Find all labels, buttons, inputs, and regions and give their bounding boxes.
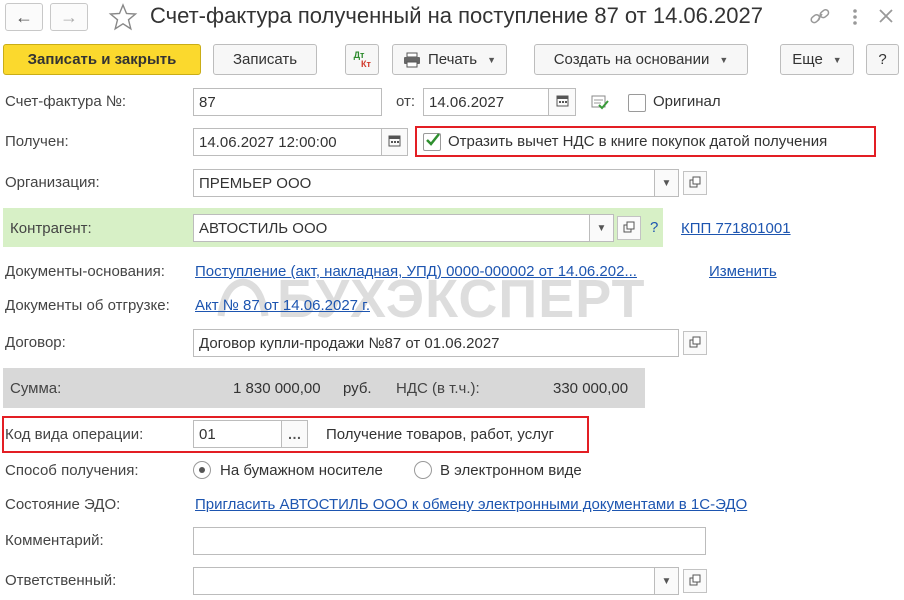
help-button[interactable]: ? <box>866 44 899 75</box>
invoice-number-input[interactable]: 87 <box>193 88 382 116</box>
receipt-electronic-radio[interactable] <box>414 461 432 479</box>
vat-deduction-checkbox[interactable] <box>423 133 441 151</box>
ellipsis-icon: … <box>287 426 302 442</box>
op-code-description: Получение товаров, работ, услуг <box>326 426 554 443</box>
window-title: Счет-фактура полученный на поступление 8… <box>150 3 763 28</box>
comment-input[interactable] <box>193 527 706 555</box>
vat-deduction-label: Отразить вычет НДС в книге покупок датой… <box>448 133 828 150</box>
calendar-button[interactable] <box>549 88 576 116</box>
base-docs-link[interactable]: Поступление (акт, накладная, УПД) 0000-0… <box>195 263 637 280</box>
currency-label: руб. <box>343 380 372 397</box>
more-label: Еще <box>792 51 823 68</box>
original-checkbox[interactable] <box>628 94 646 112</box>
calendar-icon <box>556 94 569 110</box>
print-button[interactable]: Печать ▼ <box>392 44 507 75</box>
receipt-electronic-label: В электронном виде <box>440 462 582 479</box>
responsible-label: Ответственный: <box>5 572 117 589</box>
back-button[interactable]: ← <box>5 3 43 31</box>
kt-label: Кт <box>361 58 371 69</box>
invoice-date-input[interactable]: 14.06.2027 <box>423 88 549 116</box>
org-dropdown-button[interactable]: ▼ <box>655 169 679 197</box>
shipping-docs-label: Документы об отгрузке: <box>5 297 170 314</box>
arrow-right-icon: → <box>60 6 78 27</box>
counterparty-label: Контрагент: <box>10 220 92 237</box>
sum-row-background <box>3 368 645 408</box>
open-window-icon <box>689 335 701 352</box>
comment-label: Комментарий: <box>5 532 104 549</box>
open-window-icon <box>623 220 635 237</box>
change-link[interactable]: Изменить <box>709 263 777 280</box>
shipping-docs-link[interactable]: Акт № 87 от 14.06.2027 г. <box>195 297 370 314</box>
counterparty-dropdown-button[interactable]: ▼ <box>590 214 614 242</box>
print-label: Печать <box>427 51 478 68</box>
more-vertical-icon[interactable] <box>850 6 860 28</box>
contract-label: Договор: <box>5 334 66 351</box>
op-code-select-button[interactable]: … <box>282 420 308 448</box>
dtkt-button[interactable]: Дт Кт <box>345 44 379 75</box>
create-based-label: Создать на основании <box>553 51 710 68</box>
kpp-link[interactable]: КПП 771801001 <box>681 220 791 237</box>
received-datetime-input[interactable]: 14.06.2027 12:00:00 <box>193 128 382 156</box>
close-icon[interactable] <box>876 6 896 30</box>
responsible-dropdown-button[interactable]: ▼ <box>655 567 679 595</box>
dropdown-arrow-icon: ▼ <box>832 54 842 65</box>
counterparty-open-button[interactable] <box>617 216 641 240</box>
received-label: Получен: <box>5 133 69 150</box>
create-based-button[interactable]: Создать на основании ▼ <box>534 44 748 75</box>
forward-button[interactable]: → <box>50 3 88 31</box>
document-check-icon[interactable] <box>590 93 610 115</box>
responsible-input[interactable] <box>193 567 655 595</box>
original-label: Оригинал <box>653 93 721 110</box>
sum-value: 1 830 000,00 <box>233 380 321 397</box>
from-label: от: <box>396 93 416 110</box>
counterparty-input[interactable]: АВТОСТИЛЬ ООО <box>193 214 590 242</box>
more-button[interactable]: Еще ▼ <box>780 44 854 75</box>
org-input[interactable]: ПРЕМЬЕР ООО <box>193 169 655 197</box>
vat-value: 330 000,00 <box>553 380 629 397</box>
calendar-icon <box>388 134 401 150</box>
chevron-down-icon: ▼ <box>596 222 607 234</box>
dropdown-arrow-icon: ▼ <box>487 54 497 65</box>
chevron-down-icon: ▼ <box>661 177 672 189</box>
receipt-method-label: Способ получения: <box>5 462 139 479</box>
counterparty-help-icon[interactable]: ? <box>650 219 658 236</box>
edo-invite-link[interactable]: Пригласить АВТОСТИЛЬ ООО к обмену электр… <box>195 496 747 513</box>
edo-label: Состояние ЭДО: <box>5 496 121 513</box>
contract-open-button[interactable] <box>683 331 707 355</box>
org-label: Организация: <box>5 174 100 191</box>
chevron-down-icon: ▼ <box>661 575 672 587</box>
vat-label: НДС (в т.ч.): <box>396 380 480 397</box>
org-open-button[interactable] <box>683 171 707 195</box>
receipt-paper-label: На бумажном носителе <box>220 462 383 479</box>
open-window-icon <box>689 175 701 192</box>
responsible-open-button[interactable] <box>683 569 707 593</box>
printer-icon <box>403 52 421 68</box>
contract-input[interactable]: Договор купли-продажи №87 от 01.06.2027 <box>193 329 679 357</box>
sum-label: Сумма: <box>10 380 62 397</box>
calendar-button[interactable] <box>382 128 408 156</box>
op-code-input[interactable]: 01 <box>193 420 282 448</box>
invoice-label: Счет-фактура №: <box>5 93 127 110</box>
favorite-star-icon[interactable] <box>108 2 138 36</box>
base-docs-label: Документы-основания: <box>5 263 165 280</box>
dropdown-arrow-icon: ▼ <box>719 54 729 65</box>
link-icon[interactable] <box>810 8 830 30</box>
receipt-paper-radio[interactable] <box>193 461 211 479</box>
checkmark-icon <box>424 131 442 153</box>
open-window-icon <box>689 573 701 590</box>
save-button[interactable]: Записать <box>213 44 317 75</box>
save-close-button[interactable]: Записать и закрыть <box>3 44 201 75</box>
op-code-label: Код вида операции: <box>5 426 144 443</box>
arrow-left-icon: ← <box>15 6 33 27</box>
